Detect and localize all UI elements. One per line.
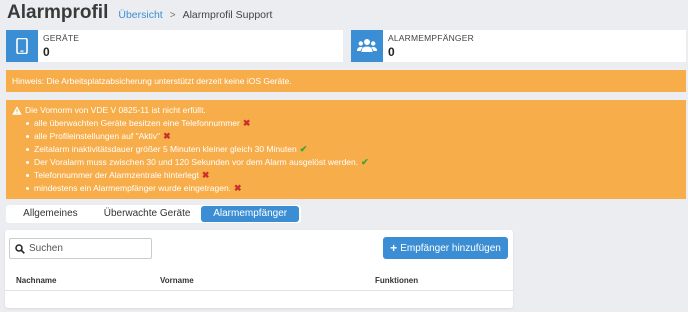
plus-icon: +	[390, 241, 398, 255]
column-header-lastname[interactable]: Nachname	[16, 276, 56, 285]
add-recipient-button[interactable]: + Empfänger hinzufügen	[383, 237, 508, 259]
devices-stat-label: GERÄTE	[43, 33, 80, 43]
search-icon	[15, 243, 25, 254]
phone-icon	[6, 30, 38, 62]
requirement-text: Zeitalarm inaktivitätsdauer größer 5 Min…	[34, 144, 297, 154]
recipients-panel: + Empfänger hinzufügen Nachname Vorname …	[5, 230, 513, 308]
requirement-text: alle Profileinstellungen auf "Aktiv"	[34, 131, 161, 141]
warning-icon	[12, 105, 22, 115]
cross-icon: ✖	[234, 183, 242, 193]
page-title: Alarmprofil	[7, 2, 109, 23]
requirement-list: alle überwachten Geräte besitzen eine Te…	[12, 117, 680, 195]
breadcrumb-link-overview[interactable]: Übersicht	[118, 9, 162, 21]
page-header: Alarmprofil Übersicht > Alarmprofil Supp…	[7, 2, 272, 28]
profile-tabs: Allgemeines Überwachte Geräte Alarmempfä…	[6, 205, 301, 223]
tab-ueberwachte-geraete[interactable]: Überwachte Geräte	[93, 206, 202, 222]
devices-stat-card: GERÄTE 0	[6, 30, 343, 62]
list-item: Telefonnummer der Alarmzentrale hinterle…	[26, 169, 680, 182]
list-item: alle überwachten Geräte besitzen eine Te…	[26, 117, 680, 130]
add-recipient-label: Empfänger hinzufügen	[400, 242, 501, 254]
breadcrumb-current: Alarmprofil Support	[182, 9, 273, 21]
recipients-stat-card: ALARMEMPFÄNGER 0	[351, 30, 686, 62]
devices-stat-value: 0	[43, 45, 50, 59]
check-icon: ✔	[361, 157, 369, 167]
tab-allgemeines[interactable]: Allgemeines	[8, 206, 93, 222]
recipients-stat-label: ALARMEMPFÄNGER	[388, 33, 474, 43]
users-icon	[351, 30, 383, 62]
requirement-text: Telefonnummer der Alarmzentrale hinterle…	[34, 170, 199, 180]
breadcrumb-separator: >	[169, 10, 176, 21]
table-header: Nachname Vorname Funktionen	[5, 273, 513, 291]
list-item: Zeitalarm inaktivitätsdauer größer 5 Min…	[26, 143, 680, 156]
hint-text: Hinweis: Die Arbeitsplatzabsicherung unt…	[12, 76, 292, 86]
cross-icon: ✖	[163, 131, 171, 141]
vde-warning-alert: Die Vornorm von VDE V 0825-11 ist nicht …	[6, 100, 686, 199]
tab-alarmempfaenger[interactable]: Alarmempfänger	[201, 206, 299, 222]
search-input[interactable]	[29, 243, 139, 254]
warning-title: Die Vornorm von VDE V 0825-11 ist nicht …	[25, 105, 206, 115]
cross-icon: ✖	[242, 118, 251, 128]
breadcrumb: Übersicht > Alarmprofil Support	[118, 9, 272, 21]
list-item: Der Voralarm muss zwischen 30 und 120 Se…	[26, 156, 680, 169]
column-header-firstname[interactable]: Vorname	[160, 276, 194, 285]
recipients-stat-value: 0	[388, 45, 395, 59]
list-item: alle Profileinstellungen auf "Aktiv" ✖	[26, 130, 680, 143]
column-header-functions: Funktionen	[375, 276, 419, 285]
requirement-text: alle überwachten Geräte besitzen eine Te…	[34, 118, 240, 128]
requirement-text: mindestens ein Alarmempfänger wurde eing…	[34, 183, 232, 193]
check-icon: ✔	[299, 144, 308, 154]
requirement-text: Der Voralarm muss zwischen 30 und 120 Se…	[34, 157, 359, 167]
search-box[interactable]	[9, 238, 152, 259]
list-item: mindestens ein Alarmempfänger wurde eing…	[26, 182, 680, 195]
ios-hint-alert: Hinweis: Die Arbeitsplatzabsicherung unt…	[6, 70, 686, 92]
cross-icon: ✖	[201, 170, 210, 180]
